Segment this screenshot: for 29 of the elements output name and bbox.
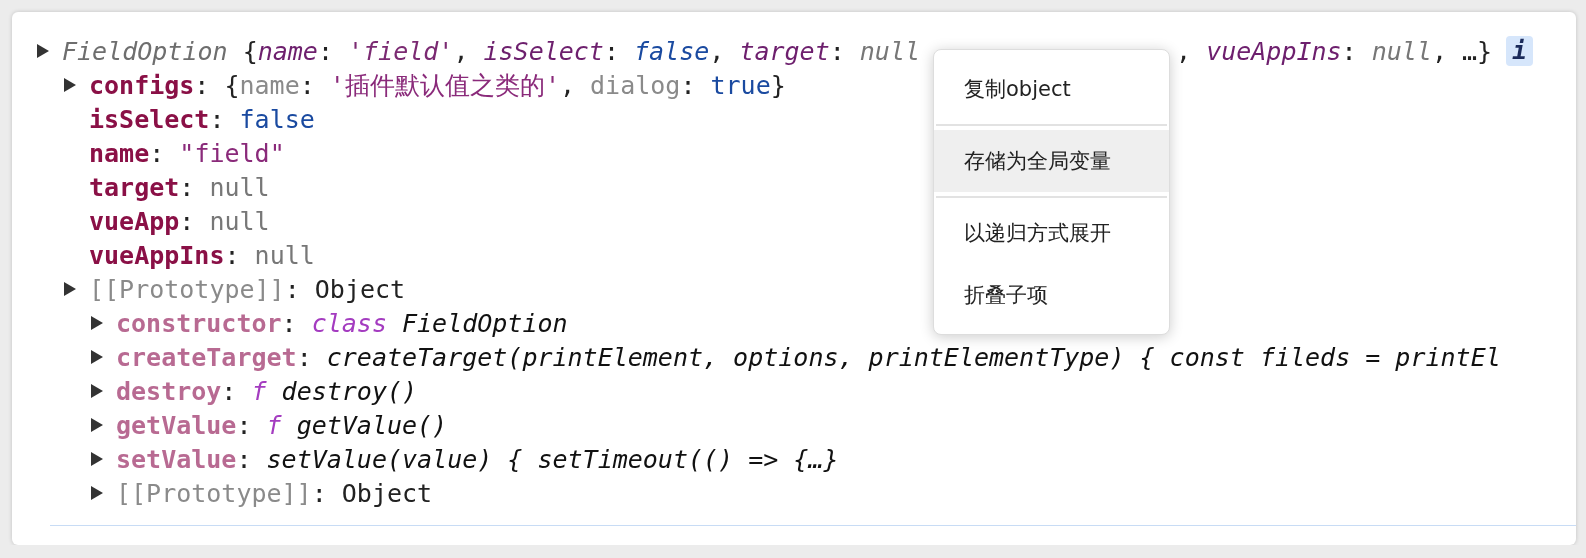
code-line: name: "field" — [89, 138, 285, 168]
code-line: configs: {name: '插件默认值之类的', dialog: true} — [89, 69, 786, 102]
expand-triangle-icon[interactable] — [90, 315, 104, 331]
code-line: target: null — [89, 172, 270, 202]
expand-triangle-icon[interactable] — [63, 77, 77, 93]
menu-item[interactable]: 存储为全局变量 — [934, 130, 1169, 192]
code-line: FieldOption {name: 'field', isSelect: false, target: null — [62, 36, 921, 66]
expand-triangle-icon[interactable] — [90, 485, 104, 501]
code-line: constructor: class FieldOption — [116, 308, 568, 338]
code-line: vueAppIns: null — [89, 240, 315, 270]
code-line: [[Prototype]]: Object — [89, 274, 406, 304]
expand-triangle-icon[interactable] — [90, 417, 104, 433]
menu-item[interactable]: 复制object — [934, 58, 1169, 120]
menu-item[interactable]: 以递归方式展开 — [934, 202, 1169, 264]
code-line: getValue: f getValue() — [116, 410, 448, 440]
expand-triangle-icon[interactable] — [90, 349, 104, 365]
info-badge[interactable]: i — [1506, 36, 1533, 66]
code-line: [[Prototype]]: Object — [116, 478, 433, 508]
code-line: setValue: setValue(value) { setTimeout(() => {…} — [116, 444, 839, 474]
code-line: createTarget: createTarget(printElement, options, printElementType) { const fileds = printEl — [116, 342, 1501, 372]
expand-triangle-icon[interactable] — [90, 383, 104, 399]
code-line: destroy: f destroy() — [116, 376, 418, 406]
code-line: , vueAppIns: null, …} — [1176, 36, 1493, 66]
code-line: vueApp: null — [89, 206, 270, 236]
code-line: isSelect: false — [89, 104, 315, 134]
menu-item[interactable]: 折叠子项 — [934, 264, 1169, 326]
expand-triangle-icon[interactable] — [36, 43, 50, 59]
expand-triangle-icon[interactable] — [63, 281, 77, 297]
expand-triangle-icon[interactable] — [90, 451, 104, 467]
